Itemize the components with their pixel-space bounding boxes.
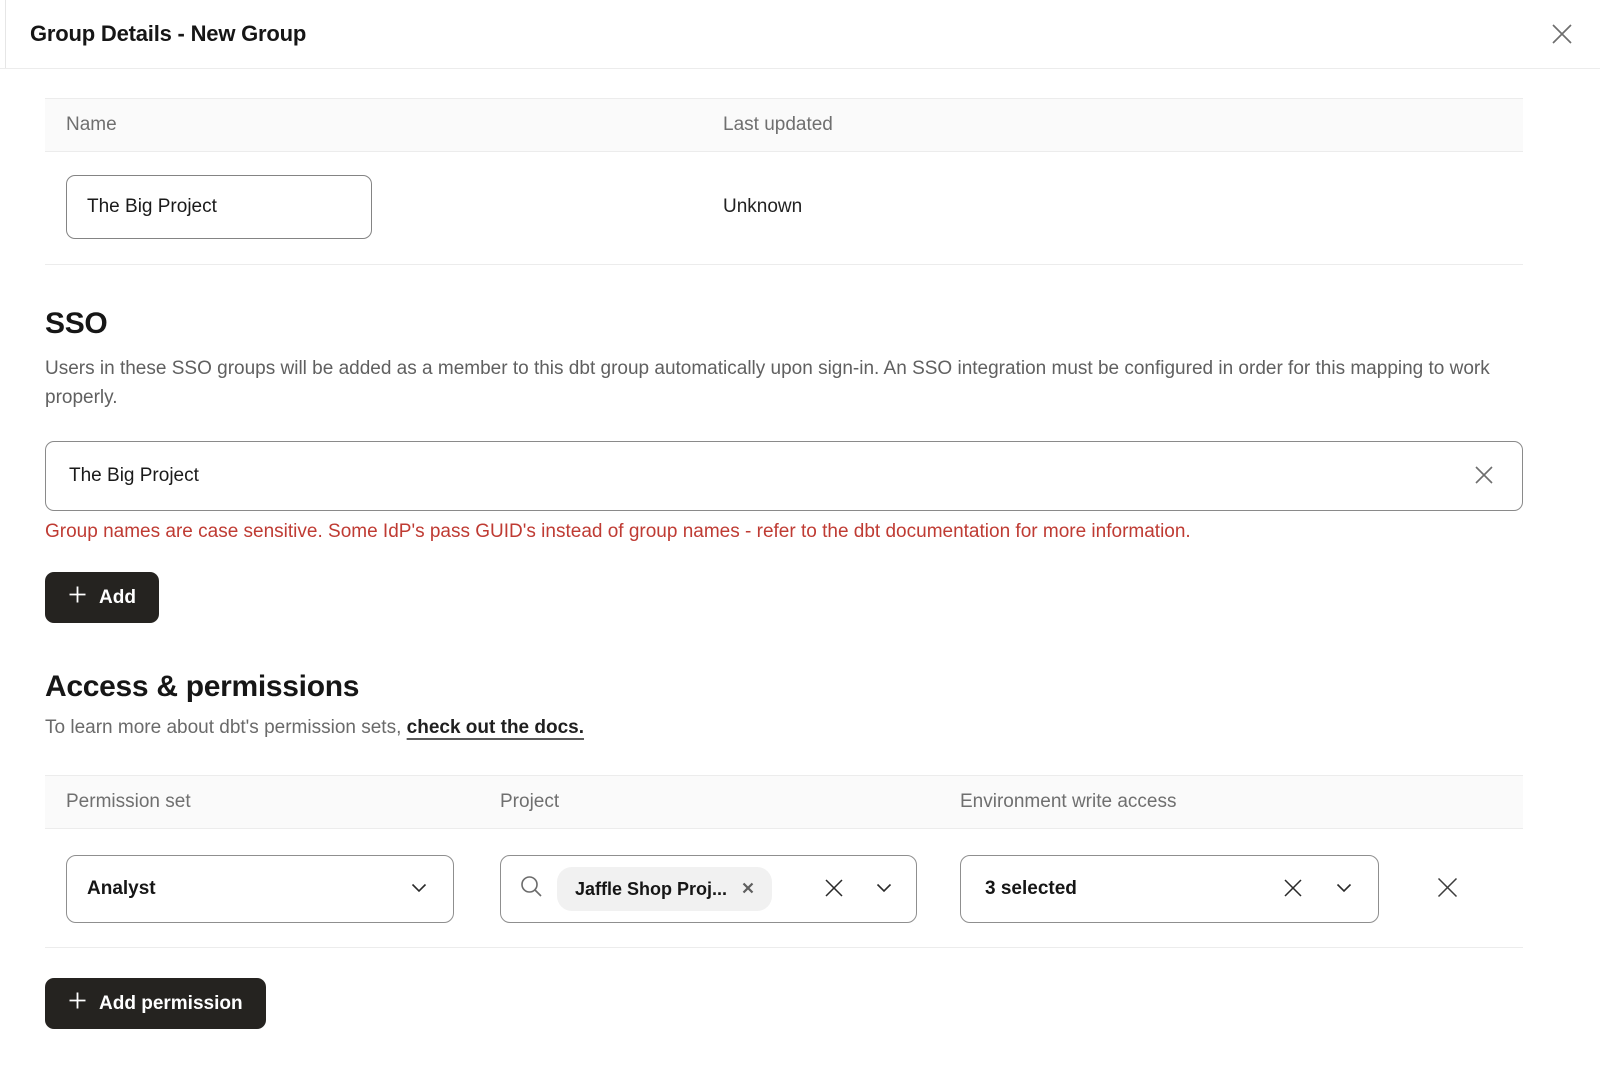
modal-content: Name Last updated Unknown SSO Users in t…: [45, 98, 1523, 1029]
permissions-docs-line: To learn more about dbt's permission set…: [45, 717, 1523, 739]
permissions-section: Access & permissions To learn more about…: [45, 670, 1523, 1029]
project-multiselect[interactable]: Jaffle Shop Proj...: [500, 855, 917, 923]
plus-icon: [68, 991, 87, 1016]
column-header-last-updated: Last updated: [723, 114, 1523, 136]
sso-section: SSO Users in these SSO groups will be ad…: [45, 307, 1523, 623]
add-permission-button-label: Add permission: [99, 993, 243, 1015]
project-tag-remove-button[interactable]: [741, 881, 755, 898]
clear-icon: [1281, 876, 1305, 903]
sso-description: Users in these SSO groups will be added …: [45, 354, 1517, 412]
sso-group-clear-button[interactable]: [1472, 463, 1496, 490]
search-icon: [519, 874, 544, 904]
clear-icon: [1472, 463, 1496, 490]
remove-permission-row-button[interactable]: [1434, 874, 1461, 904]
page-title: Group Details - New Group: [30, 21, 306, 47]
column-header-project: Project: [500, 791, 960, 813]
last-updated-value: Unknown: [723, 196, 1523, 218]
modal-header: Group Details - New Group: [0, 0, 1600, 69]
project-tag: Jaffle Shop Proj...: [557, 867, 772, 911]
group-name-input[interactable]: [66, 175, 372, 239]
environment-clear-button[interactable]: [1281, 876, 1305, 903]
environment-selected-value: 3 selected: [985, 878, 1077, 900]
group-name-table: Name Last updated Unknown: [45, 98, 1523, 265]
close-icon: [1549, 21, 1575, 50]
chevron-down-icon: [411, 880, 427, 898]
add-permission-button[interactable]: Add permission: [45, 978, 266, 1029]
tag-remove-icon: [741, 881, 755, 898]
sso-warning-text: Group names are case sensitive. Some IdP…: [45, 521, 1523, 543]
project-clear-button[interactable]: [822, 876, 846, 903]
sso-group-field: [45, 441, 1523, 511]
project-tag-label: Jaffle Shop Proj...: [575, 879, 727, 900]
add-button-label: Add: [99, 587, 136, 609]
column-header-permission-set: Permission set: [45, 791, 500, 813]
permissions-heading: Access & permissions: [45, 670, 1523, 704]
permission-row: Analyst Jaffle: [45, 829, 1523, 948]
column-header-environment: Environment write access: [960, 791, 1523, 813]
permissions-table-header: Permission set Project Environment write…: [45, 776, 1523, 829]
permission-set-value: Analyst: [87, 878, 156, 900]
clear-icon: [822, 876, 846, 903]
chevron-down-icon: [876, 880, 892, 898]
group-details-modal: Group Details - New Group Name Last upda…: [0, 0, 1600, 1078]
sso-group-input[interactable]: [69, 465, 1472, 487]
permissions-table: Permission set Project Environment write…: [45, 775, 1523, 948]
chevron-down-icon: [1336, 880, 1352, 898]
docs-link[interactable]: check out the docs.: [407, 717, 584, 738]
environment-multiselect[interactable]: 3 selected: [960, 855, 1379, 923]
remove-row-icon: [1434, 874, 1461, 904]
add-sso-group-button[interactable]: Add: [45, 572, 159, 623]
sso-heading: SSO: [45, 307, 1523, 341]
plus-icon: [68, 585, 87, 610]
column-header-name: Name: [45, 114, 723, 136]
close-button[interactable]: [1546, 19, 1578, 51]
docs-prefix-text: To learn more about dbt's permission set…: [45, 717, 407, 738]
permission-set-select[interactable]: Analyst: [66, 855, 454, 923]
group-name-table-header: Name Last updated: [45, 99, 1523, 152]
group-name-row: Unknown: [45, 152, 1523, 265]
